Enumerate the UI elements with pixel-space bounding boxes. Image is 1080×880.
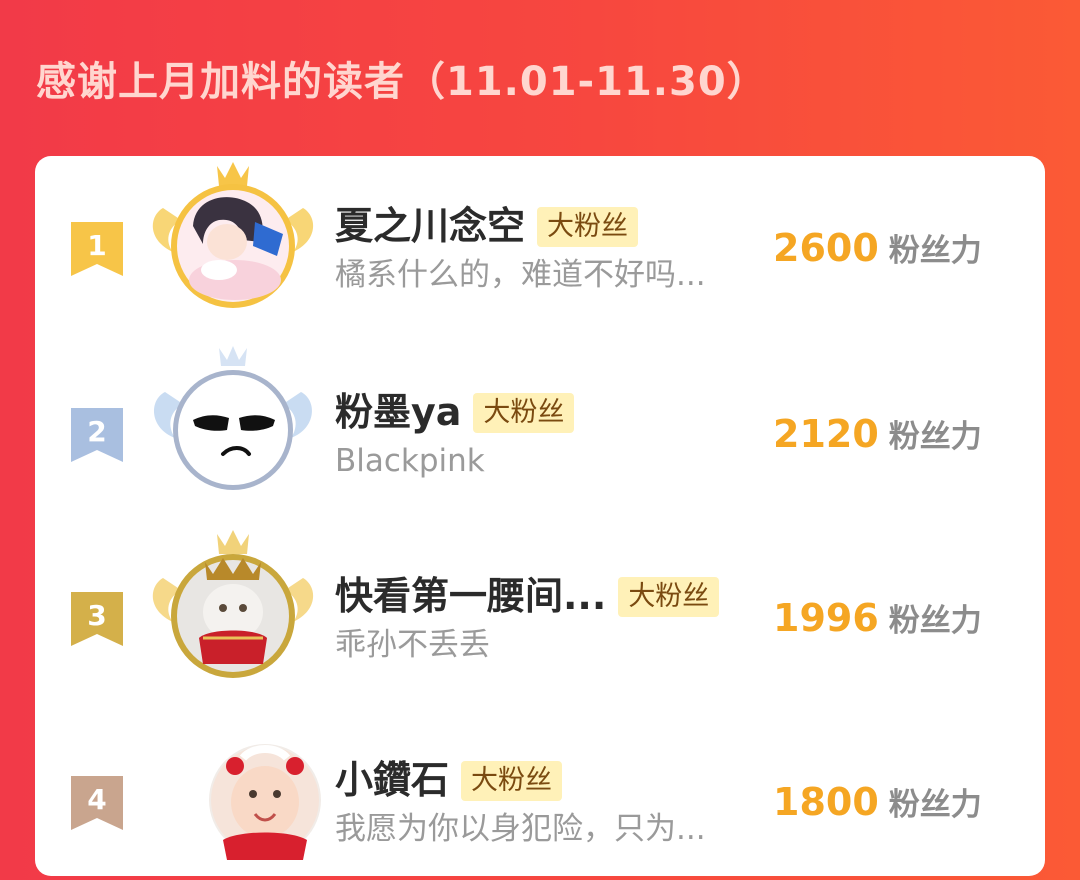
fan-badge: 大粉丝 xyxy=(473,393,575,433)
fan-badge: 大粉丝 xyxy=(537,207,639,247)
fan-power: 2600 粉丝力 xyxy=(773,224,982,280)
reader-name[interactable]: 粉墨ya xyxy=(335,390,461,434)
page-title: 感谢上月加料的读者（11.01-11.30） xyxy=(36,59,768,105)
fan-power-value: 2600 xyxy=(773,226,879,270)
list-item[interactable]: 2 粉墨ya 大粉丝 Blackpink 2120 粉丝力 xyxy=(35,342,1045,502)
list-item[interactable]: 3 快看第一腰间... 大粉丝 乖孙不丢丢 1996 粉丝力 xyxy=(35,526,1045,686)
avatar[interactable] xyxy=(143,710,323,880)
list-item[interactable]: 4 小鑽石 大粉丝 我愿为你以身犯险，只为... 1800 粉丝力 xyxy=(35,710,1045,870)
fan-power: 2120 粉丝力 xyxy=(773,410,982,466)
reader-description: Blackpink xyxy=(335,443,485,479)
list-item[interactable]: 1 夏之川念空 大粉丝 橘系什么的，难道不好吗... 2600 粉丝力 xyxy=(35,156,1045,316)
fan-badge: 大粉丝 xyxy=(618,577,720,617)
rank-ribbon-icon: 2 xyxy=(71,408,123,462)
reader-name-row: 夏之川念空 大粉丝 xyxy=(335,202,639,250)
fan-power-value: 1996 xyxy=(773,596,879,640)
rank-number: 1 xyxy=(87,229,107,262)
avatar[interactable] xyxy=(143,342,323,512)
rank-number: 4 xyxy=(87,783,107,816)
fan-power-value: 1800 xyxy=(773,780,879,824)
gold-crown-wings-frame-icon xyxy=(152,162,314,308)
bronze-crown-wings-frame-icon xyxy=(152,530,314,678)
reader-description: 我愿为你以身犯险，只为... xyxy=(335,811,706,847)
fan-power-unit: 粉丝力 xyxy=(888,419,982,455)
fan-power: 1800 粉丝力 xyxy=(773,778,982,834)
reader-name[interactable]: 小鑽石 xyxy=(335,758,449,802)
rank-number: 3 xyxy=(87,599,107,632)
rank-ribbon-icon: 3 xyxy=(71,592,123,646)
reader-name-row: 小鑽石 大粉丝 xyxy=(335,756,563,804)
reader-name-row: 粉墨ya 大粉丝 xyxy=(335,388,575,436)
fan-power: 1996 粉丝力 xyxy=(773,594,982,650)
avatar[interactable] xyxy=(143,156,323,326)
reader-name-row: 快看第一腰间... 大粉丝 xyxy=(335,572,720,620)
silver-crown-wings-frame-icon xyxy=(154,346,312,490)
reader-description: 乖孙不丢丢 xyxy=(335,627,490,663)
avatar[interactable] xyxy=(143,526,323,696)
reader-name[interactable]: 夏之川念空 xyxy=(335,204,525,248)
rank-number: 2 xyxy=(87,415,107,448)
fan-power-unit: 粉丝力 xyxy=(888,787,982,823)
baby-avatar-icon xyxy=(209,744,321,860)
rank-ribbon-icon: 1 xyxy=(71,222,123,276)
reader-description: 橘系什么的，难道不好吗... xyxy=(335,257,706,293)
fan-power-unit: 粉丝力 xyxy=(888,233,982,269)
rank-ribbon-icon: 4 xyxy=(71,776,123,830)
leaderboard-card: 1 夏之川念空 大粉丝 橘系什么的，难道不好吗... 2600 粉丝力 2 粉墨… xyxy=(35,156,1045,876)
fan-badge: 大粉丝 xyxy=(461,761,563,801)
fan-power-value: 2120 xyxy=(773,412,879,456)
reader-name[interactable]: 快看第一腰间... xyxy=(335,574,606,618)
fan-power-unit: 粉丝力 xyxy=(888,603,982,639)
